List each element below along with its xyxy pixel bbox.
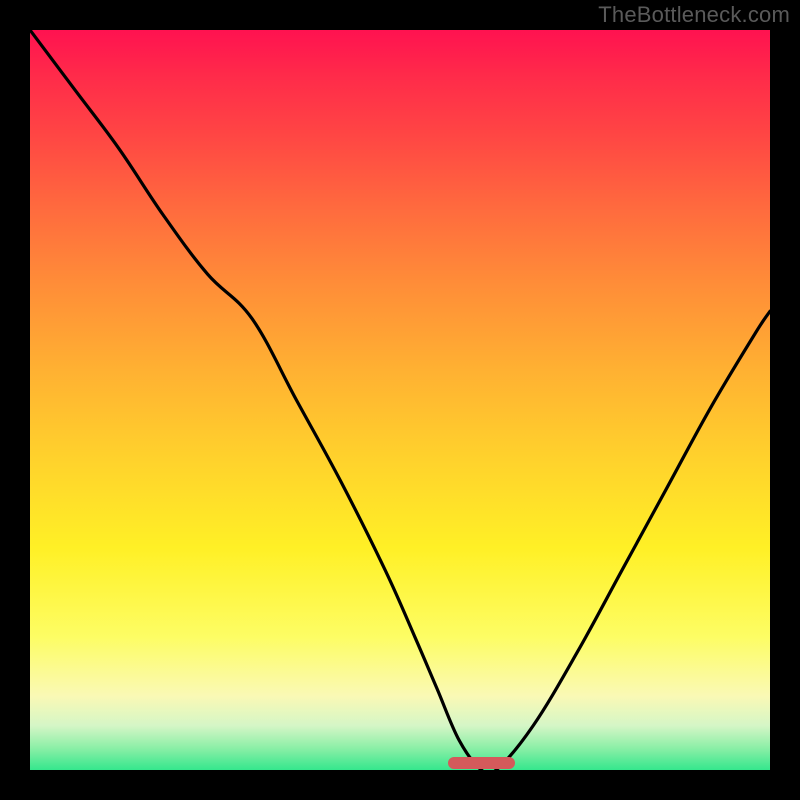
bottleneck-curve	[30, 30, 770, 770]
plot-area	[30, 30, 770, 770]
optimal-range-marker	[448, 757, 515, 769]
curve-layer	[30, 30, 770, 770]
watermark-text: TheBottleneck.com	[598, 2, 790, 28]
chart-frame: TheBottleneck.com	[0, 0, 800, 800]
